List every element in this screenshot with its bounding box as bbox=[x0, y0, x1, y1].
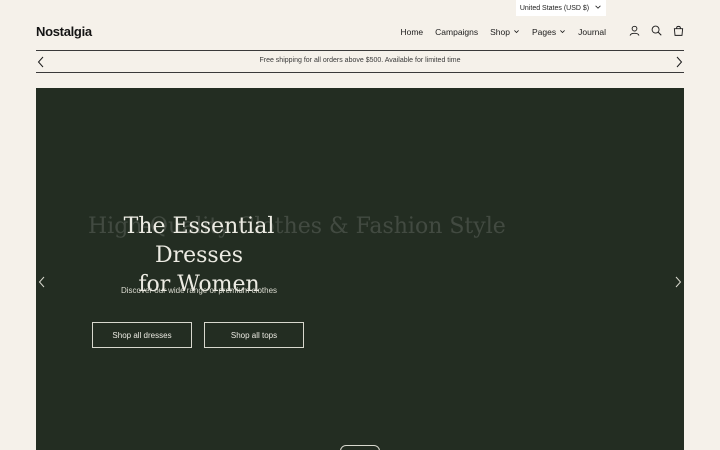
chevron-down-icon bbox=[513, 27, 520, 37]
hero-heading-line: The Essential Dresses bbox=[123, 214, 275, 268]
nav-item-home[interactable]: Home bbox=[400, 27, 423, 37]
button-label: Shop all tops bbox=[230, 330, 278, 340]
chevron-down-icon bbox=[594, 3, 602, 13]
nav-label: Home bbox=[400, 27, 424, 37]
nav-label: Pages bbox=[532, 27, 557, 37]
search-icon[interactable] bbox=[651, 25, 662, 36]
shop-all-dresses-button[interactable]: Shop all dresses bbox=[92, 322, 192, 348]
announcement-bar: Free shipping for all orders above $500.… bbox=[36, 50, 684, 73]
logo[interactable]: Nostalgia bbox=[36, 24, 92, 39]
hero-slider: High-Quality Clothes & Fashion Style The… bbox=[36, 88, 684, 450]
nav-label: Campaigns bbox=[435, 27, 479, 37]
announcement-text: Free shipping for all orders above $500.… bbox=[259, 57, 461, 64]
header-icons bbox=[629, 25, 684, 36]
site-header: Nostalgia Home Campaigns Shop Pages Jour… bbox=[36, 20, 684, 46]
currency-selector[interactable]: United States (USD $) bbox=[516, 0, 606, 16]
page: United States (USD $) Nostalgia Home Cam… bbox=[0, 0, 720, 450]
nav-item-journal[interactable]: Journal bbox=[578, 27, 606, 37]
slide-indicator[interactable] bbox=[340, 445, 380, 450]
nav-item-campaigns[interactable]: Campaigns bbox=[435, 27, 478, 37]
chevron-down-icon bbox=[559, 27, 566, 37]
main-nav: Home Campaigns Shop Pages Journal bbox=[400, 27, 606, 37]
nav-label: Journal bbox=[578, 27, 606, 37]
nav-label: Shop bbox=[490, 27, 510, 37]
currency-label: United States (USD $) bbox=[519, 4, 590, 12]
chevron-right-icon[interactable] bbox=[674, 56, 684, 68]
button-label: Shop all dresses bbox=[112, 330, 172, 340]
slider-prev-arrow-icon[interactable] bbox=[37, 276, 47, 288]
shop-all-tops-button[interactable]: Shop all tops bbox=[204, 322, 304, 348]
cart-icon[interactable] bbox=[673, 25, 684, 36]
nav-item-pages[interactable]: Pages bbox=[532, 27, 566, 37]
nav-item-shop[interactable]: Shop bbox=[490, 27, 520, 37]
slider-next-arrow-icon[interactable] bbox=[673, 276, 683, 288]
account-icon[interactable] bbox=[629, 25, 640, 36]
hero-subtitle: Discover our wide range of premium cloth… bbox=[120, 286, 278, 295]
